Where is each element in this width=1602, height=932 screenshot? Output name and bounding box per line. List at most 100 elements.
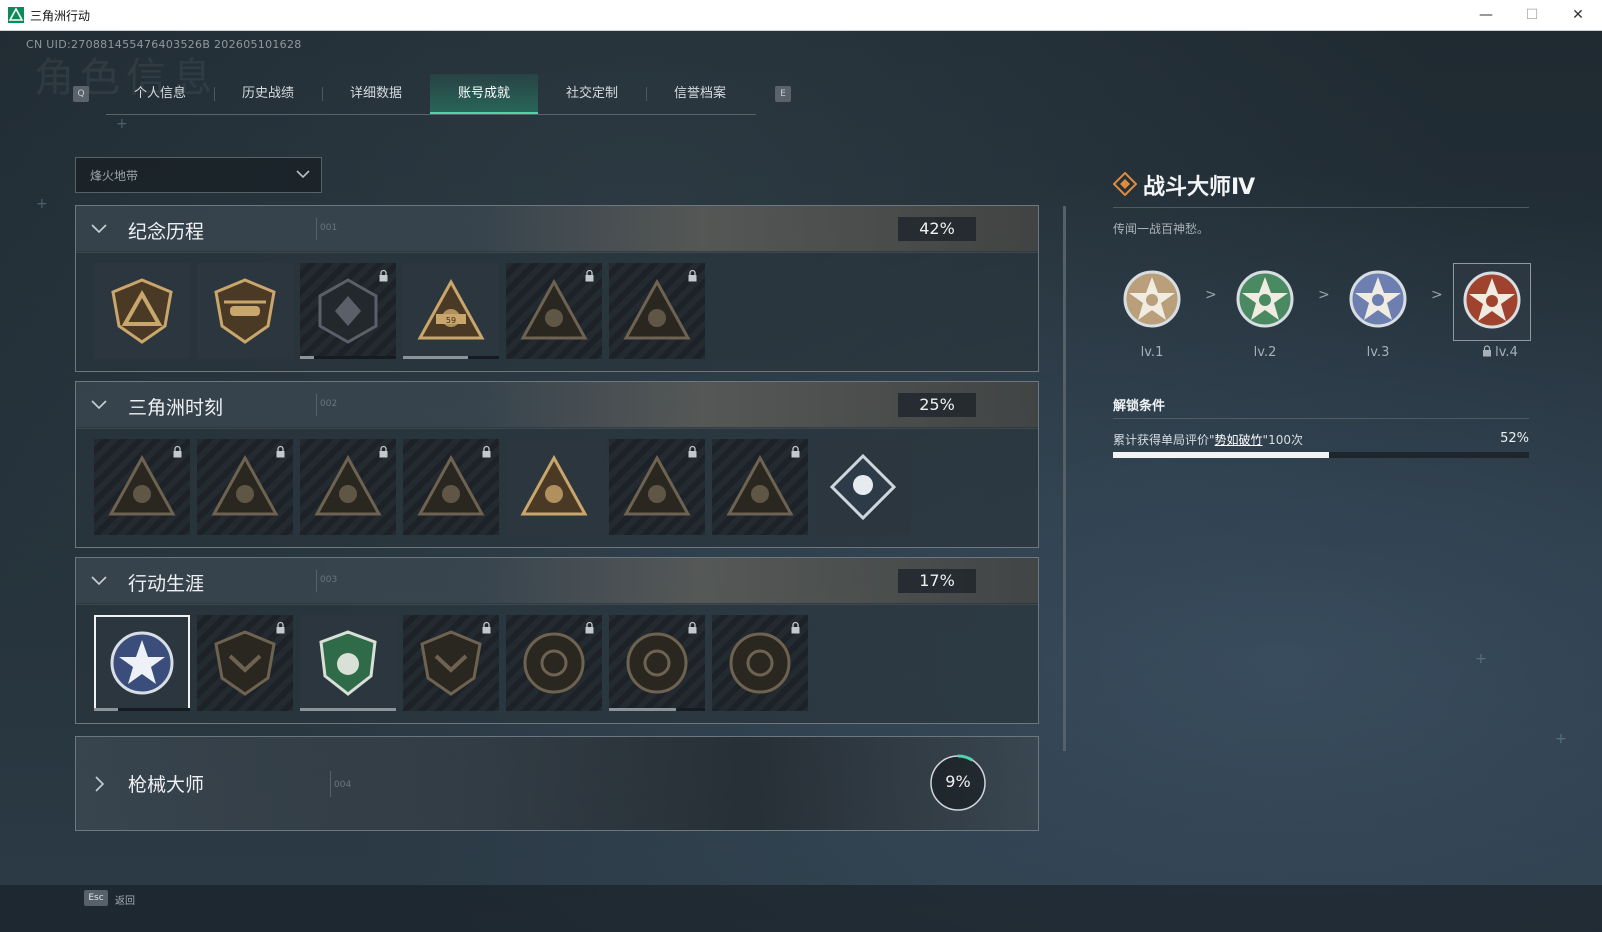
lock-icon bbox=[379, 269, 388, 282]
section-percent: 25% bbox=[898, 393, 976, 417]
tab-achievements[interactable]: 账号成就 bbox=[430, 74, 538, 114]
green-shield-icon bbox=[319, 630, 377, 696]
section-divider bbox=[316, 218, 317, 240]
section-percent: 17% bbox=[898, 569, 976, 593]
badge-progress-fill bbox=[94, 708, 118, 711]
section-code: 004 bbox=[334, 780, 352, 790]
main-stage: 角色信息 CN UID:270881455476403526B 20260510… bbox=[0, 31, 1602, 932]
lock-icon bbox=[791, 621, 800, 634]
achievement-badge[interactable] bbox=[712, 615, 808, 711]
tab-next-key[interactable]: E bbox=[775, 86, 791, 102]
lock-icon bbox=[276, 621, 285, 634]
achievement-badge[interactable] bbox=[506, 439, 602, 535]
section-title: 三角洲时刻 bbox=[128, 397, 224, 419]
achievement-badge[interactable] bbox=[94, 263, 190, 359]
badge-progress-track bbox=[300, 356, 396, 359]
chevron-down-icon bbox=[91, 224, 107, 234]
tab-reputation[interactable]: 信誉档案 bbox=[646, 74, 754, 114]
tab-personal-info[interactable]: 个人信息 bbox=[106, 74, 214, 114]
tab-prev-key[interactable]: Q bbox=[73, 86, 89, 102]
condition-suffix: "100次 bbox=[1262, 433, 1303, 447]
achievement-badge[interactable] bbox=[403, 439, 499, 535]
section-header-memorial[interactable]: 纪念历程 001 42% bbox=[75, 205, 1039, 253]
level-medal-3[interactable] bbox=[1340, 263, 1416, 339]
achievement-badge[interactable] bbox=[300, 439, 396, 535]
level-arrow: > bbox=[1205, 287, 1217, 303]
level-label-locked: lv.4 bbox=[1462, 345, 1538, 360]
achievement-badge[interactable] bbox=[94, 615, 190, 711]
tank-winged-59-icon: 59 bbox=[417, 278, 485, 340]
section-header-gun-master[interactable]: 枪械大师 004 9% bbox=[75, 736, 1039, 831]
back-label[interactable]: 返回 bbox=[115, 892, 135, 907]
achievement-badge[interactable] bbox=[300, 263, 396, 359]
lock-icon bbox=[688, 269, 697, 282]
section-percent: 42% bbox=[898, 217, 976, 241]
figure-triangle-icon bbox=[211, 454, 279, 516]
head-triangle-icon bbox=[417, 454, 485, 516]
badge-progress-fill bbox=[403, 356, 469, 359]
decor-cross-icon: + bbox=[1555, 731, 1567, 747]
level-medal-1[interactable] bbox=[1114, 263, 1190, 339]
section-header-career[interactable]: 行动生涯 003 17% bbox=[75, 557, 1039, 605]
lock-icon bbox=[585, 621, 594, 634]
achievement-badge[interactable] bbox=[609, 263, 705, 359]
achievement-badge[interactable] bbox=[815, 439, 911, 535]
condition-prefix: 累计获得单局评价" bbox=[1113, 433, 1215, 447]
chevron-right-icon bbox=[95, 776, 105, 792]
section-percent: 9% bbox=[945, 772, 971, 791]
unlock-condition-text: 累计获得单局评价"势如破竹"100次 bbox=[1113, 431, 1303, 448]
level-medal-2[interactable] bbox=[1227, 263, 1303, 339]
condition-link[interactable]: 势如破竹 bbox=[1215, 433, 1263, 447]
decor-cross-icon: + bbox=[36, 196, 48, 212]
d20-shield-icon bbox=[420, 630, 482, 696]
minimize-button[interactable]: — bbox=[1466, 4, 1506, 26]
mode-dropdown[interactable]: 烽火地带 bbox=[75, 157, 322, 193]
team-triangle-icon bbox=[520, 454, 588, 516]
skull-crossed-icon bbox=[623, 278, 691, 340]
close-button[interactable]: ✕ bbox=[1558, 4, 1598, 26]
tab-detailed-data[interactable]: 详细数据 bbox=[322, 74, 430, 114]
app-logo-icon bbox=[8, 7, 24, 23]
lock-icon bbox=[688, 621, 697, 634]
fist-diamond-icon bbox=[829, 453, 897, 521]
level-label: lv.3 bbox=[1366, 345, 1390, 360]
condition-progress-fill bbox=[1113, 452, 1330, 458]
scrollbar[interactable] bbox=[1063, 206, 1066, 751]
achievement-badge[interactable] bbox=[403, 615, 499, 711]
svg-text:59: 59 bbox=[446, 316, 456, 325]
divider bbox=[1113, 207, 1529, 208]
divider bbox=[1113, 418, 1529, 419]
achievement-badge[interactable] bbox=[197, 439, 293, 535]
achievement-badge[interactable] bbox=[712, 439, 808, 535]
decor-cross-icon: + bbox=[1475, 651, 1487, 667]
fish-triangle-icon bbox=[726, 454, 794, 516]
esc-key[interactable]: Esc bbox=[84, 890, 108, 906]
maximize-button[interactable]: ☐ bbox=[1512, 4, 1552, 26]
soldier-triangle-icon bbox=[520, 278, 588, 340]
level-label: lv.4 bbox=[1495, 345, 1518, 360]
achievement-badge[interactable] bbox=[506, 615, 602, 711]
achievement-title: 战斗大师Ⅳ bbox=[1143, 175, 1256, 200]
achievement-badge[interactable] bbox=[197, 263, 293, 359]
star-medal-icon bbox=[1236, 270, 1294, 328]
lock-icon bbox=[688, 445, 697, 458]
achievement-badge[interactable] bbox=[609, 439, 705, 535]
section-title: 纪念历程 bbox=[128, 221, 205, 243]
achievement-badge[interactable] bbox=[609, 615, 705, 711]
runner-triangle-icon bbox=[314, 454, 382, 516]
achievement-badge[interactable] bbox=[94, 439, 190, 535]
lock-icon bbox=[276, 445, 285, 458]
tab-history[interactable]: 历史战绩 bbox=[214, 74, 322, 114]
section-header-delta-moments[interactable]: 三角洲时刻 002 25% bbox=[75, 381, 1039, 429]
tab-social[interactable]: 社交定制 bbox=[538, 74, 646, 114]
achievement-badge[interactable] bbox=[300, 615, 396, 711]
achievement-badge[interactable] bbox=[197, 615, 293, 711]
level-medal-4[interactable] bbox=[1453, 263, 1531, 341]
hex-crest-icon bbox=[318, 278, 378, 344]
section-code: 001 bbox=[320, 223, 338, 233]
achievement-badge[interactable] bbox=[506, 263, 602, 359]
footer-bar bbox=[0, 885, 1602, 932]
achievement-badge[interactable]: 59 bbox=[403, 263, 499, 359]
level-label: lv.1 bbox=[1140, 345, 1164, 360]
beast-triangle-icon bbox=[623, 454, 691, 516]
